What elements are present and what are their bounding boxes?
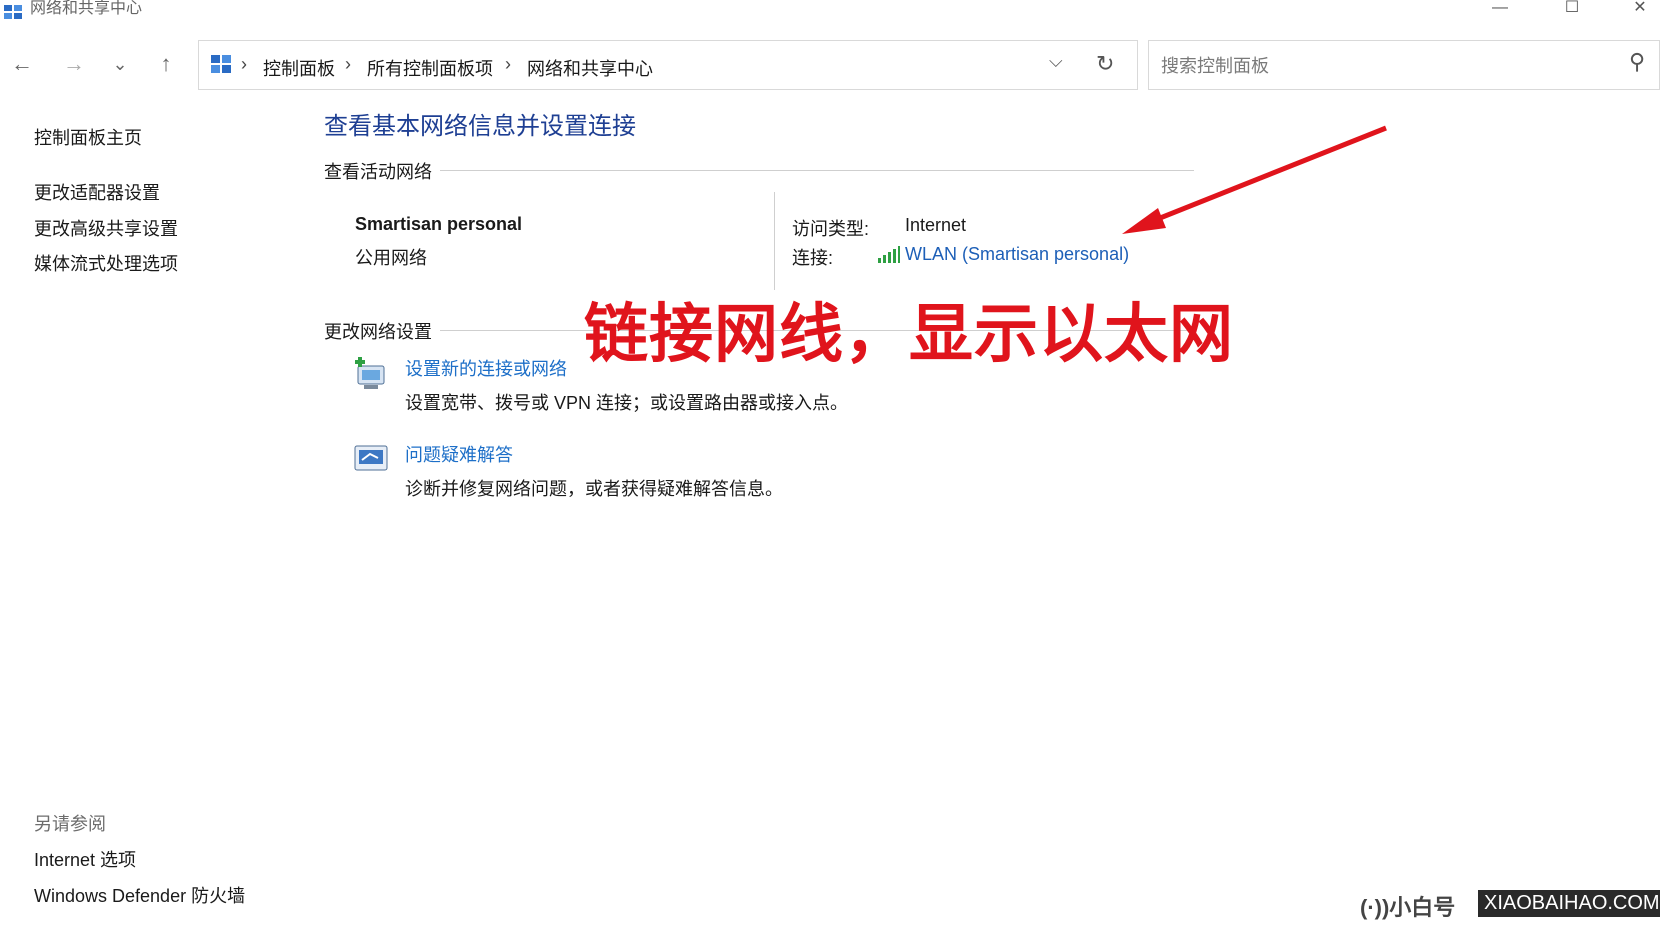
back-button[interactable]: ← — [6, 48, 38, 80]
troubleshoot-desc: 诊断并修复网络问题，或者获得疑难解答信息。 — [405, 479, 783, 499]
chevron-down-icon[interactable]: ⌵ — [1049, 51, 1063, 72]
new-connection-icon — [355, 357, 385, 389]
sidebar-link-home[interactable]: 控制面板主页 — [34, 124, 142, 150]
active-networks-title: 查看活动网络 — [324, 158, 440, 184]
address-bar[interactable]: › 控制面板 › 所有控制面板项 › 网络和共享中心 ⌵ ↻ — [198, 40, 1138, 90]
access-type-value: Internet — [905, 215, 967, 235]
minimize-button[interactable]: — — [1480, 0, 1520, 22]
annotation-text: 链接网线，显示以太网 — [584, 298, 1234, 372]
refresh-icon[interactable]: ↻ — [1096, 51, 1114, 77]
window-title: 网络和共享中心 — [30, 0, 143, 17]
wifi-signal-icon — [878, 246, 900, 263]
close-button[interactable]: ✕ — [1620, 0, 1660, 22]
up-button[interactable]: ↑ — [150, 48, 182, 80]
title-bar: 网络和共享中心 — ☐ ✕ — [0, 0, 1660, 28]
see-also-internet-options[interactable]: Internet 选项 — [34, 846, 136, 872]
section-divider — [324, 170, 1194, 171]
recent-locations-button[interactable]: ⌄ — [104, 48, 136, 80]
connection-link[interactable]: WLAN (Smartisan personal) — [905, 244, 1129, 265]
setup-connection-desc: 设置宽带、拨号或 VPN 连接；或设置路由器或接入点。 — [405, 393, 849, 413]
annotation-arrow — [1122, 125, 1387, 234]
column-divider — [774, 192, 775, 290]
control-panel-icon — [4, 5, 22, 19]
maximize-button[interactable]: ☐ — [1552, 0, 1592, 22]
see-also-title: 另请参阅 — [34, 814, 106, 834]
connection-label: 连接: — [792, 248, 834, 268]
search-icon[interactable]: ⚲ — [1629, 49, 1645, 75]
troubleshoot-link[interactable]: 问题疑难解答 — [405, 441, 513, 467]
setup-connection-link[interactable]: 设置新的连接或网络 — [405, 355, 567, 381]
breadcrumb-network-center[interactable]: 网络和共享中心 — [527, 55, 653, 81]
see-also-firewall[interactable]: Windows Defender 防火墙 — [34, 882, 245, 908]
page-title: 查看基本网络信息并设置连接 — [324, 113, 636, 140]
breadcrumb-separator: › — [345, 54, 351, 74]
watermark-brand: (·))小白号 — [1360, 895, 1456, 920]
search-box[interactable]: ⚲ — [1148, 40, 1660, 90]
network-name: Smartisan personal — [355, 214, 523, 234]
troubleshoot-icon — [354, 445, 388, 471]
sidebar-link-media[interactable]: 媒体流式处理选项 — [34, 250, 178, 276]
network-type: 公用网络 — [355, 248, 427, 268]
breadcrumb-all-items[interactable]: 所有控制面板项 — [367, 55, 493, 81]
watermark-domain: XIAOBAIHAO.COM — [1478, 890, 1660, 917]
sidebar-link-adapter[interactable]: 更改适配器设置 — [34, 179, 160, 205]
search-input[interactable] — [1159, 51, 1603, 81]
breadcrumb-separator: › — [505, 54, 511, 74]
control-panel-icon — [211, 55, 231, 73]
breadcrumb-control-panel[interactable]: 控制面板 — [263, 55, 335, 81]
breadcrumb-separator: › — [241, 54, 247, 74]
sidebar-link-sharing[interactable]: 更改高级共享设置 — [34, 215, 178, 241]
access-type-label: 访问类型: — [792, 219, 870, 239]
forward-button[interactable]: → — [58, 48, 90, 80]
change-settings-title: 更改网络设置 — [324, 318, 440, 344]
